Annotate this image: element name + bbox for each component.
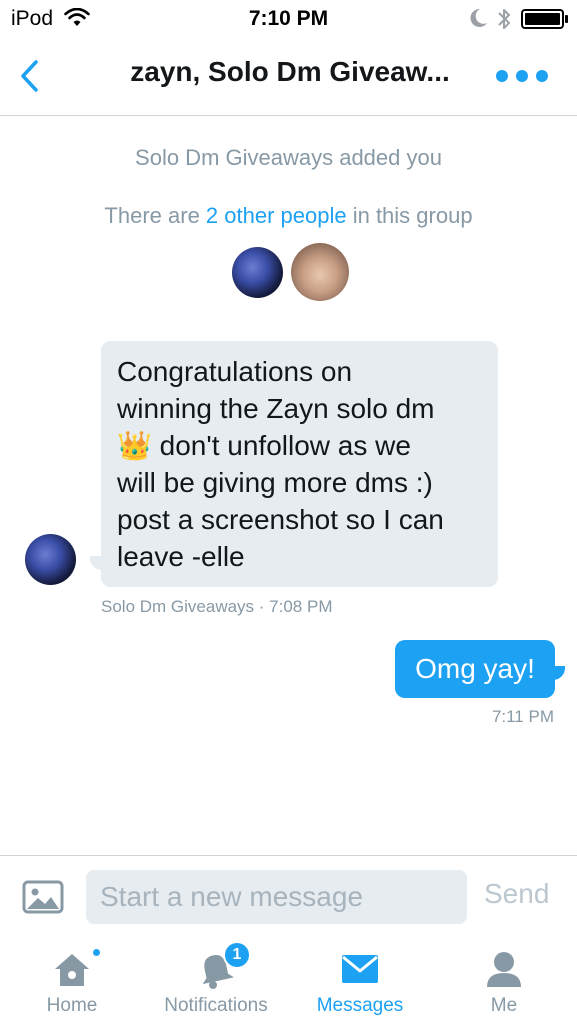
back-button[interactable] <box>14 56 44 96</box>
status-bar: iPod 7:10 PM <box>0 0 577 38</box>
envelope-icon <box>342 955 378 983</box>
tab-bar: Home 1 Notifications Messages Me <box>0 935 577 1024</box>
more-options-button[interactable] <box>496 64 548 88</box>
person-icon <box>487 952 521 987</box>
more-dot <box>516 70 528 82</box>
group-member-avatar[interactable] <box>291 243 349 301</box>
group-info-prefix: There are <box>104 203 206 228</box>
image-icon[interactable] <box>22 880 64 914</box>
message-text: Congratulations on winning the Zayn solo… <box>117 356 444 572</box>
group-info-suffix: in this group <box>346 203 473 228</box>
message-text: Omg yay! <box>415 653 535 684</box>
message-input[interactable] <box>86 870 467 924</box>
home-icon <box>55 954 89 986</box>
tab-notifications[interactable]: 1 Notifications <box>150 935 282 1024</box>
message-time: 7:08 PM <box>269 597 333 616</box>
chevron-left-icon <box>21 60 38 92</box>
message-time: 7:11 PM <box>491 707 554 726</box>
tab-home[interactable]: Home <box>22 935 122 1024</box>
other-people-link[interactable]: 2 other people <box>206 203 347 228</box>
more-dots-icon <box>496 70 508 82</box>
battery-icon <box>521 9 568 29</box>
notification-dot <box>91 947 102 958</box>
added-notice: Solo Dm Giveaways added you <box>135 145 442 170</box>
incoming-message-bubble[interactable]: Congratulations on winning the Zayn solo… <box>101 341 498 587</box>
conversation-header: zayn, Solo Dm Giveaw... <box>0 38 577 116</box>
sender-avatar[interactable] <box>25 534 76 585</box>
tab-me[interactable]: Me <box>464 935 544 1024</box>
tab-label: Notifications <box>164 995 268 1016</box>
notification-count-badge: 1 <box>223 941 251 969</box>
group-member-avatar[interactable] <box>232 247 283 298</box>
message-composer: Send <box>0 855 577 935</box>
conversation-title[interactable]: zayn, Solo Dm Giveaw... <box>110 56 470 88</box>
sender-name: Solo Dm Giveaways <box>101 597 255 616</box>
tab-label: Home <box>46 995 98 1016</box>
status-time: 7:10 PM <box>248 7 329 30</box>
more-dot <box>536 70 548 82</box>
tab-label: Messages <box>316 995 404 1016</box>
tab-messages[interactable]: Messages <box>305 935 415 1024</box>
meta-separator: · <box>254 597 270 616</box>
group-info: There are 2 other people in this group <box>0 203 577 229</box>
outgoing-message-bubble[interactable]: Omg yay! <box>395 640 555 698</box>
moon-icon <box>470 8 487 27</box>
bluetooth-icon <box>498 9 510 29</box>
send-button[interactable]: Send <box>484 878 549 910</box>
message-meta: Solo Dm Giveaways · 7:08 PM <box>101 597 332 617</box>
tab-label: Me <box>490 995 518 1016</box>
